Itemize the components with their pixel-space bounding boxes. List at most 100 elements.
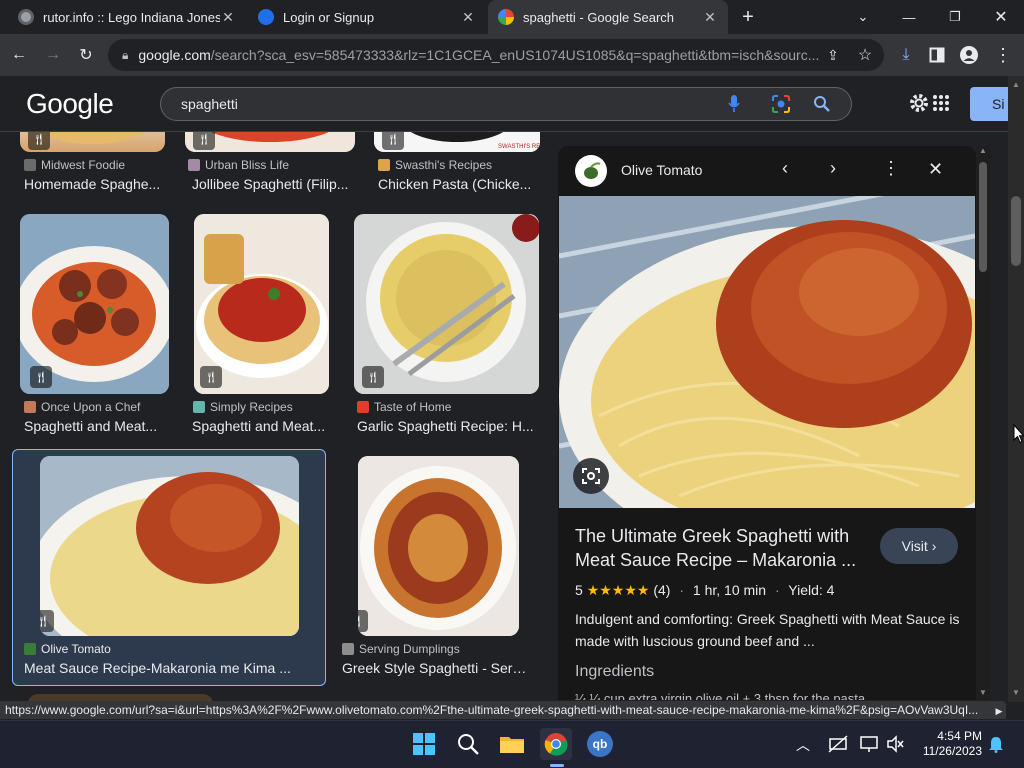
image-results-grid: 🍴︎ 🍴︎ SWASTHI'S RECIP 🍴︎ Midwest Foodie … bbox=[0, 132, 556, 704]
result-image[interactable]: 🍴︎ bbox=[20, 214, 169, 394]
result-source[interactable]: Swasthi's Recipes bbox=[378, 158, 492, 172]
menu-kebab-icon[interactable]: ⋮ bbox=[990, 42, 1016, 68]
close-preview-icon[interactable]: ✕ bbox=[928, 159, 943, 180]
result-title[interactable]: Greek Style Spaghetti - Servi... bbox=[342, 660, 532, 676]
settings-gear-icon[interactable] bbox=[908, 92, 930, 119]
visit-button[interactable]: Visit › bbox=[880, 528, 958, 564]
volume-muted-icon[interactable] bbox=[886, 735, 904, 758]
preview-site-name[interactable]: Olive Tomato bbox=[621, 162, 702, 178]
result-title[interactable]: Jollibee Spaghetti (Filip... bbox=[192, 176, 352, 192]
result-title[interactable]: Chicken Pasta (Chicke... bbox=[378, 176, 538, 192]
tab-login[interactable]: Login or Signup ✕ bbox=[248, 0, 486, 34]
network-off-icon[interactable] bbox=[828, 735, 848, 758]
google-favicon-icon bbox=[498, 9, 514, 25]
recipe-icon: 🍴︎ bbox=[200, 366, 222, 388]
scroll-up-icon[interactable]: ▲ bbox=[1012, 80, 1020, 89]
chrome-taskbar-icon[interactable] bbox=[540, 728, 572, 760]
result-image[interactable]: 🍴︎ bbox=[194, 214, 329, 394]
tab-google-search[interactable]: spaghetti - Google Search ✕ bbox=[488, 0, 728, 34]
close-tab-icon[interactable]: ✕ bbox=[460, 9, 476, 26]
mic-icon[interactable] bbox=[727, 94, 741, 117]
share-icon[interactable]: ⇪ bbox=[820, 42, 846, 68]
scrollbar-thumb[interactable] bbox=[1011, 196, 1021, 266]
result-source[interactable]: Simply Recipes bbox=[193, 400, 293, 414]
site-favicon-icon bbox=[24, 401, 36, 413]
scroll-right-icon[interactable]: ▶ bbox=[992, 704, 1006, 718]
result-image[interactable]: 🍴︎ bbox=[358, 456, 519, 636]
tab-strip: rutor.info :: Lego Indiana Jones 2 ✕ Log… bbox=[0, 0, 1024, 34]
bookmark-star-icon[interactable]: ☆ bbox=[852, 42, 878, 68]
file-explorer-icon[interactable] bbox=[496, 728, 528, 760]
mouse-cursor-icon bbox=[1013, 423, 1024, 449]
tray-chevron-up-icon[interactable]: ︿ bbox=[796, 735, 810, 755]
download-icon[interactable]: ⤓ bbox=[893, 42, 919, 68]
search-icon[interactable] bbox=[813, 94, 831, 117]
scrollbar-thumb[interactable] bbox=[979, 162, 987, 272]
restore-button[interactable]: ❐ bbox=[932, 0, 978, 34]
tab-title: Login or Signup bbox=[283, 9, 375, 25]
previous-arrow-icon[interactable]: ‹ bbox=[782, 158, 788, 179]
new-tab-button[interactable]: + bbox=[732, 0, 764, 34]
result-source[interactable]: Urban Bliss Life bbox=[188, 158, 289, 172]
recipe-icon: 🍴︎ bbox=[382, 132, 404, 150]
recipe-rating: 5 ★★★★★ (4) · 1 hr, 10 min · Yield: 4 bbox=[575, 582, 834, 599]
recipe-yield: Yield: 4 bbox=[788, 582, 835, 598]
tab-search-icon[interactable]: ⌄ bbox=[840, 0, 886, 34]
scroll-up-icon[interactable]: ▲ bbox=[979, 146, 987, 155]
result-source[interactable]: Serving Dumplings bbox=[342, 642, 460, 656]
chevron-right-icon: › bbox=[931, 538, 937, 554]
result-title[interactable]: Garlic Spaghetti Recipe: H... bbox=[357, 418, 537, 434]
scroll-down-icon[interactable]: ▼ bbox=[979, 688, 987, 697]
display-icon[interactable] bbox=[860, 735, 878, 758]
page-scrollbar[interactable]: ▲ ▼ bbox=[1008, 76, 1024, 702]
reload-icon[interactable]: ↻ bbox=[73, 42, 99, 68]
url-path: /search?sca_esv=585473333&rlz=1C1GCEA_en… bbox=[210, 47, 820, 63]
sign-in-button[interactable]: Si bbox=[970, 87, 1010, 121]
google-header: Google spaghetti Si bbox=[0, 76, 1010, 132]
result-title[interactable]: Spaghetti and Meat... bbox=[24, 418, 168, 434]
image-preview-panel: Olive Tomato ‹ › ⋮ ✕ The Ultimate Greek … bbox=[558, 146, 976, 700]
google-logo[interactable]: Google bbox=[26, 88, 114, 120]
more-options-icon[interactable]: ⋮ bbox=[882, 158, 900, 179]
minimize-button[interactable]: — bbox=[886, 0, 932, 34]
taskbar-search-icon[interactable] bbox=[452, 728, 484, 760]
result-title[interactable]: Homemade Spaghe... bbox=[24, 176, 164, 192]
back-arrow-icon[interactable]: ← bbox=[6, 42, 32, 68]
result-title[interactable]: Spaghetti and Meat... bbox=[192, 418, 336, 434]
search-input[interactable]: spaghetti bbox=[160, 87, 852, 121]
windows-start-icon[interactable] bbox=[408, 728, 440, 760]
result-image[interactable]: 🍴︎ bbox=[185, 132, 355, 152]
tab-rutor[interactable]: rutor.info :: Lego Indiana Jones 2 ✕ bbox=[8, 0, 246, 34]
lens-icon[interactable] bbox=[771, 94, 791, 117]
preview-description: Indulgent and comforting: Greek Spaghett… bbox=[575, 611, 960, 649]
result-image[interactable]: 🍴︎ bbox=[20, 132, 165, 152]
lens-search-icon[interactable] bbox=[573, 458, 609, 494]
profile-icon[interactable] bbox=[956, 42, 982, 68]
result-image[interactable]: 🍴︎ bbox=[354, 214, 539, 394]
close-tab-icon[interactable]: ✕ bbox=[702, 9, 718, 26]
visit-label: Visit bbox=[901, 538, 928, 554]
side-panel-icon[interactable] bbox=[924, 42, 950, 68]
close-window-button[interactable]: ✕ bbox=[978, 0, 1024, 34]
next-arrow-icon[interactable]: › bbox=[830, 158, 836, 179]
result-title[interactable]: Meat Sauce Recipe-Makaronia me Kima ... bbox=[24, 660, 314, 676]
preview-scrollbar[interactable]: ▲ ▼ bbox=[976, 146, 990, 700]
close-tab-icon[interactable]: ✕ bbox=[220, 9, 236, 26]
result-source[interactable]: Taste of Home bbox=[357, 400, 451, 414]
notification-bell-icon[interactable] bbox=[988, 735, 1004, 758]
qbittorrent-icon[interactable]: qb bbox=[584, 728, 616, 760]
address-bar[interactable]: 🔒︎ google.com/search?sca_esv=585473333&r… bbox=[108, 39, 884, 71]
clock[interactable]: 4:54 PM 11/26/2023 bbox=[916, 729, 982, 759]
result-image[interactable]: SWASTHI'S RECIP 🍴︎ bbox=[374, 132, 540, 152]
result-source[interactable]: Olive Tomato bbox=[24, 642, 111, 656]
scroll-down-icon[interactable]: ▼ bbox=[1012, 688, 1020, 697]
preview-image[interactable] bbox=[559, 196, 975, 508]
apps-grid-icon[interactable] bbox=[932, 94, 950, 117]
result-image[interactable]: 🍴︎ bbox=[40, 456, 299, 636]
rutor-favicon-icon bbox=[18, 9, 34, 25]
result-source[interactable]: Once Upon a Chef bbox=[24, 400, 140, 414]
link-status-bar: https://www.google.com/url?sa=i&url=http… bbox=[0, 701, 1006, 719]
result-source[interactable]: Midwest Foodie bbox=[24, 158, 125, 172]
forward-arrow-icon[interactable]: → bbox=[40, 42, 66, 68]
preview-title[interactable]: The Ultimate Greek Spaghetti with Meat S… bbox=[575, 524, 867, 572]
